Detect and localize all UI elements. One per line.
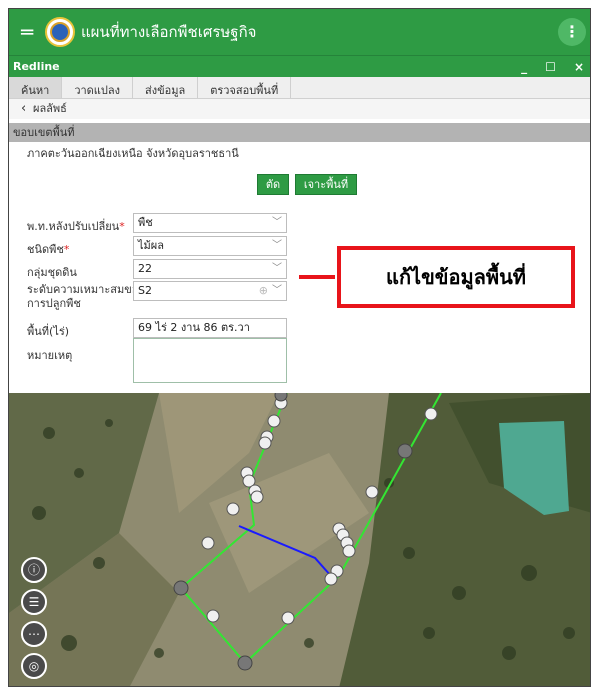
tab-bar: ค้นหา วาดแปลง ส่งข้อมูล ตรวจสอบพื้นที่	[9, 77, 590, 99]
hamburger-icon[interactable]: ═	[9, 9, 45, 55]
crosshair-icon[interactable]: ⊕	[259, 282, 268, 300]
app-title: แผนที่ทางเลือกพืชเศรษฐกิจ	[81, 24, 257, 41]
chevron-down-icon: ﹀	[272, 217, 282, 228]
callout-connector	[299, 275, 335, 279]
back-link[interactable]: ‹ ผลลัพธ์	[9, 99, 590, 119]
chevron-down-icon: ﹀	[272, 263, 282, 274]
app-bar: ═ แผนที่ทางเลือกพืชเศรษฐกิจ ⋮	[9, 9, 590, 55]
suitability-select[interactable]: S2 ⊕ ﹀	[133, 281, 287, 301]
back-label: ผลลัพธ์	[33, 102, 67, 115]
cut-button[interactable]: ตัด	[257, 174, 289, 195]
callout-label: แก้ไขข้อมูลพื้นที่	[337, 246, 575, 308]
area-field[interactable]: 69 ไร่ 2 งาน 86 ตร.วา	[133, 318, 287, 338]
chevron-down-icon: ﹀	[272, 240, 282, 251]
crop-type-select[interactable]: ไม้ผล ﹀	[133, 236, 287, 256]
close-icon[interactable]: ×	[574, 56, 584, 78]
locate-icon[interactable]: ◎	[21, 653, 47, 679]
more-horizontal-icon[interactable]: ⋯	[21, 621, 47, 647]
satellite-map[interactable]	[9, 393, 590, 686]
soil-group-label: กลุ่มชุดดิน	[27, 266, 77, 279]
minimize-icon[interactable]: _	[521, 56, 527, 78]
window-title: Redline	[13, 60, 60, 73]
tab-draw[interactable]: วาดแปลง	[62, 77, 133, 98]
section-header: ขอบเขตพื้นที่	[9, 123, 590, 142]
chevron-down-icon: ﹀	[272, 285, 282, 296]
maximize-icon[interactable]: ☐	[545, 56, 556, 78]
app-window: ═ แผนที่ทางเลือกพืชเศรษฐกิจ ⋮ Redline _ …	[8, 8, 591, 687]
land-use-label: พ.ท.หลังปรับเปลี่ยน*	[27, 220, 125, 233]
tab-check-area[interactable]: ตรวจสอบพื้นที่	[198, 77, 292, 98]
tab-search[interactable]: ค้นหา	[9, 77, 63, 98]
suitability-label: ระดับความเหมาะสมของ การปลูกพืช	[27, 283, 144, 310]
chevron-left-icon: ‹	[21, 101, 27, 116]
crop-type-label: ชนิดพืช*	[27, 243, 70, 256]
soil-group-select[interactable]: 22 ﹀	[133, 259, 287, 279]
map-canvas	[9, 393, 590, 686]
area-label: พื้นที่(ไร่)	[27, 325, 70, 338]
window-titlebar: Redline _ ☐ ×	[9, 55, 590, 77]
land-use-select[interactable]: พืช ﹀	[133, 213, 287, 233]
region-text: ภาคตะวันออกเฉียงเหนือ จังหวัดอุบลราชธานี	[27, 147, 239, 160]
info-icon[interactable]: ⓘ	[21, 557, 47, 583]
drill-button[interactable]: เจาะพื้นที่	[295, 174, 357, 195]
remark-label: หมายเหตุ	[27, 349, 73, 362]
more-vertical-icon[interactable]: ⋮	[558, 18, 586, 46]
app-logo	[45, 17, 75, 47]
list-icon[interactable]: ☰	[21, 589, 47, 615]
tab-submit[interactable]: ส่งข้อมูล	[133, 77, 199, 98]
remark-textarea[interactable]	[133, 338, 287, 383]
